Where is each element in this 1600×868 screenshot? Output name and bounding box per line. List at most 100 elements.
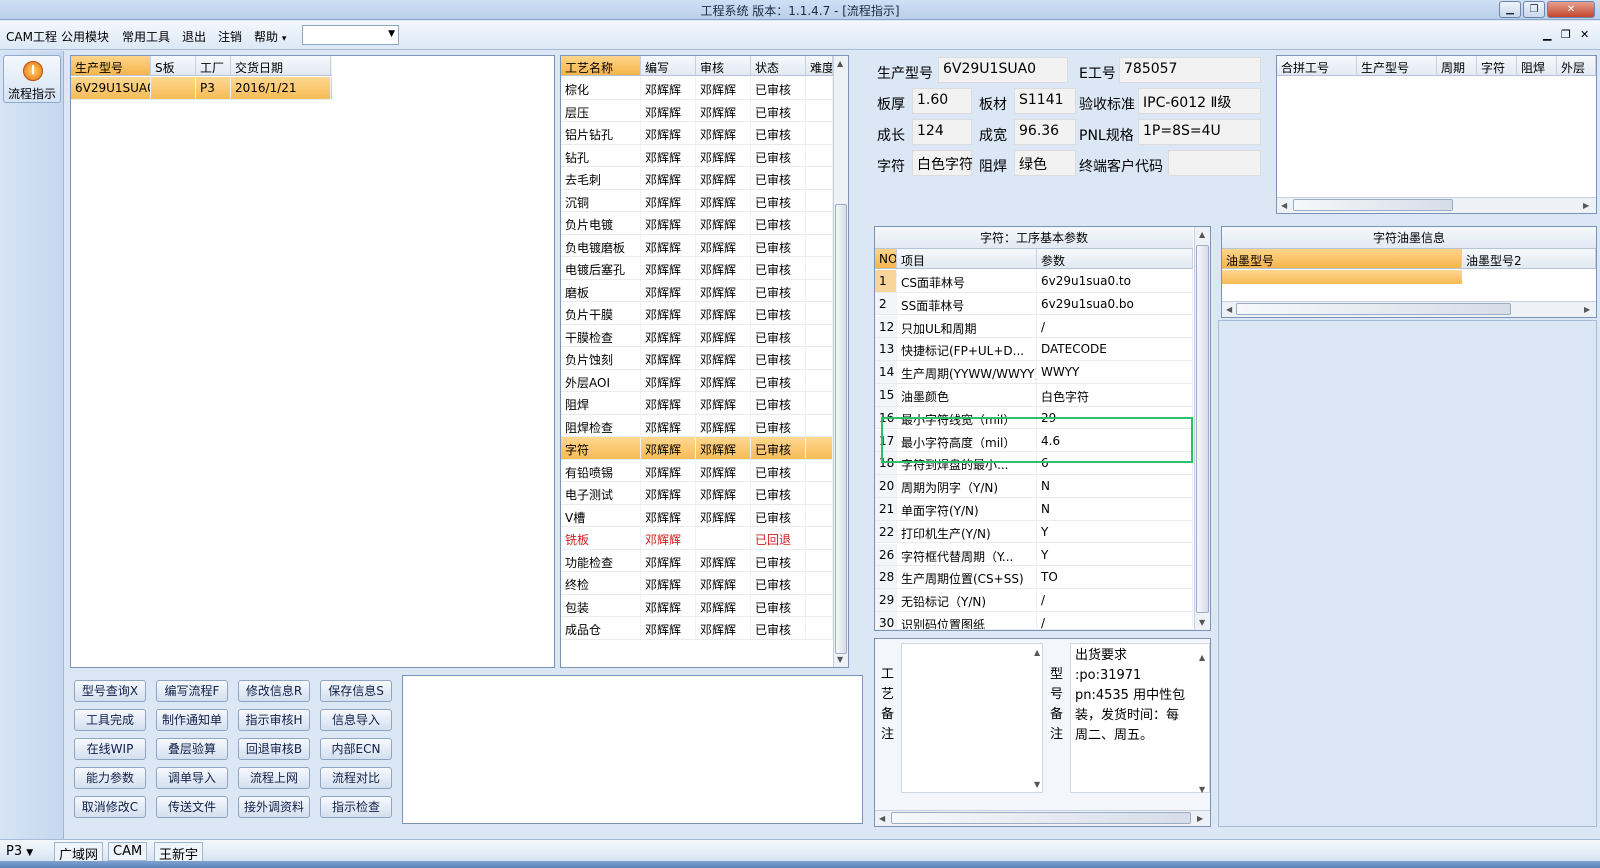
customer-field[interactable] bbox=[1168, 150, 1261, 176]
process-header-col-3[interactable]: 状态 bbox=[751, 56, 806, 75]
thickness-field[interactable]: 1.60 bbox=[912, 88, 972, 114]
menu-logout[interactable]: 注销 bbox=[218, 28, 242, 45]
menu-help[interactable]: 帮助 ▾ bbox=[254, 28, 286, 45]
table-row[interactable]: 外层AOI 邓辉辉 邓辉辉 已审核 bbox=[561, 369, 833, 392]
table-row[interactable]: 22 打印机生产(Y/N) Y bbox=[875, 520, 1193, 544]
merge-header-col-0[interactable]: 合拼工号 bbox=[1277, 56, 1357, 75]
process-header-col-0[interactable]: 工艺名称 bbox=[561, 56, 641, 75]
mdi-restore-icon[interactable]: ❐ bbox=[1561, 28, 1571, 41]
action-button[interactable]: 调单导入 bbox=[156, 767, 228, 789]
action-button[interactable]: 工具完成 bbox=[74, 709, 146, 731]
merge-header-col-4[interactable]: 阻焊 bbox=[1517, 56, 1557, 75]
menu-combo-box[interactable]: ▼ bbox=[302, 25, 399, 45]
action-button[interactable]: 流程对比 bbox=[320, 767, 392, 789]
flow-indicator-button[interactable]: 流程指示 bbox=[3, 55, 61, 103]
params-vertical-scrollbar[interactable]: ▲ ▼ bbox=[1194, 227, 1210, 630]
action-button[interactable]: 取消修改C bbox=[74, 796, 146, 818]
table-row[interactable]: 去毛刺 邓辉辉 邓辉辉 已审核 bbox=[561, 167, 833, 190]
standard-field[interactable]: IPC-6012 Ⅱ级 bbox=[1138, 88, 1261, 114]
ink-horizontal-scrollbar[interactable]: ◀ ▶ bbox=[1222, 301, 1596, 317]
merge-header-col-5[interactable]: 外层 bbox=[1557, 56, 1596, 75]
action-button[interactable]: 保存信息S bbox=[320, 680, 392, 702]
remarks-horizontal-scrollbar[interactable]: ◀ ▶ bbox=[875, 810, 1210, 826]
table-row[interactable]: 14 生产周期(YYWW/WWYY) WWYY bbox=[875, 361, 1193, 384]
ink-header-col-0[interactable]: 油墨型号 bbox=[1222, 249, 1462, 268]
table-row[interactable]: 终检 邓辉辉 邓辉辉 已审核 bbox=[561, 572, 833, 595]
action-button[interactable]: 型号查询X bbox=[74, 680, 146, 702]
material-field[interactable]: S1141 bbox=[1014, 88, 1076, 114]
mdi-minimize-icon[interactable]: ▁ bbox=[1543, 28, 1551, 41]
table-row[interactable]: 负片蚀刻 邓辉辉 邓辉辉 已审核 bbox=[561, 347, 833, 370]
ink-selected-row[interactable] bbox=[1222, 270, 1462, 284]
mask-field[interactable]: 绿色 bbox=[1014, 150, 1076, 176]
table-row[interactable]: 13 快捷标记(FP+UL+D... DATECODE bbox=[875, 338, 1193, 361]
process-remark-text[interactable]: ▲ ▼ bbox=[901, 643, 1043, 793]
table-row[interactable]: 成品仓 邓辉辉 邓辉辉 已审核 bbox=[561, 617, 833, 640]
model-remark-text[interactable]: 出货要求:po:31971 pn:4535 用中性包 装，发货时间：每 周二、周五。 ▲… bbox=[1070, 643, 1210, 794]
scroll-left-icon[interactable]: ◀ bbox=[1226, 305, 1232, 314]
action-button[interactable]: 接外调资料 bbox=[238, 796, 310, 818]
table-row[interactable]: 21 单面字符(Y/N) N bbox=[875, 498, 1193, 521]
scroll-left-icon[interactable]: ◀ bbox=[1281, 201, 1287, 210]
scroll-right-icon[interactable]: ▶ bbox=[1197, 814, 1203, 823]
width-field[interactable]: 96.36 bbox=[1014, 119, 1076, 145]
menu-cam[interactable]: CAM工程 bbox=[6, 28, 57, 45]
table-row[interactable]: 29 无铅标记（Y/N) / bbox=[875, 589, 1193, 612]
scroll-left-icon[interactable]: ◀ bbox=[879, 814, 885, 823]
merge-header-col-2[interactable]: 周期 bbox=[1437, 56, 1477, 75]
table-row[interactable]: 17 最小字符高度（mil） 4.6 bbox=[875, 429, 1193, 453]
model-field[interactable]: 6V29U1SUA0 bbox=[938, 57, 1068, 83]
action-button[interactable]: 流程上网 bbox=[238, 767, 310, 789]
menu-exit[interactable]: 退出 bbox=[182, 28, 206, 45]
process-header-col-4[interactable]: 难度 bbox=[806, 56, 833, 75]
table-row[interactable]: 字符 邓辉辉 邓辉辉 已审核 bbox=[561, 437, 833, 460]
scroll-right-icon[interactable]: ▶ bbox=[1583, 201, 1589, 210]
pnl-field[interactable]: 1P=8S=4U bbox=[1138, 119, 1261, 145]
process-header-col-2[interactable]: 审核 bbox=[696, 56, 751, 75]
scroll-up-icon[interactable]: ▲ bbox=[837, 59, 843, 68]
eno-field[interactable]: 785057 bbox=[1119, 57, 1261, 83]
action-button[interactable]: 指示审核H bbox=[238, 709, 310, 731]
table-row[interactable]: 铣板 邓辉辉 已回退 bbox=[561, 527, 833, 550]
table-row[interactable]: 磨板 邓辉辉 邓辉辉 已审核 bbox=[561, 279, 833, 302]
length-field[interactable]: 124 bbox=[912, 119, 972, 145]
scroll-down-icon[interactable]: ▼ bbox=[837, 655, 843, 664]
action-button[interactable]: 信息导入 bbox=[320, 709, 392, 731]
table-row[interactable]: 功能检查 邓辉辉 邓辉辉 已审核 bbox=[561, 549, 833, 572]
scroll-down-icon[interactable]: ▼ bbox=[1199, 780, 1205, 800]
table-row[interactable]: 负片干膜 邓辉辉 邓辉辉 已审核 bbox=[561, 302, 833, 325]
ink-header-col-1[interactable]: 油墨型号2 bbox=[1462, 249, 1596, 268]
model-header-col-2[interactable]: 工厂 bbox=[196, 56, 231, 75]
table-row[interactable]: 12 只加UL和周期 / bbox=[875, 315, 1193, 339]
table-row[interactable]: 15 油墨颜色 白色字符 bbox=[875, 384, 1193, 407]
table-row[interactable]: 棕化 邓辉辉 邓辉辉 已审核 bbox=[561, 77, 833, 100]
scroll-down-icon[interactable]: ▼ bbox=[1199, 618, 1205, 627]
scroll-up-icon[interactable]: ▲ bbox=[1199, 648, 1205, 668]
table-row[interactable]: 电镀后塞孔 邓辉辉 邓辉辉 已审核 bbox=[561, 257, 833, 280]
process-vertical-scrollbar[interactable]: ▲ ▼ bbox=[833, 56, 848, 667]
merge-horizontal-scrollbar[interactable]: ◀ ▶ bbox=[1277, 197, 1596, 213]
table-row[interactable]: 包装 邓辉辉 邓辉辉 已审核 bbox=[561, 594, 833, 617]
scroll-thumb[interactable] bbox=[1236, 303, 1511, 315]
minimize-button[interactable]: ▁ bbox=[1499, 1, 1521, 18]
model-header-col-0[interactable]: 生产型号 bbox=[71, 56, 151, 75]
table-row[interactable]: 干膜检查 邓辉辉 邓辉辉 已审核 bbox=[561, 324, 833, 347]
action-button[interactable]: 回退审核B bbox=[238, 738, 310, 760]
table-row[interactable]: 20 周期为阴字（Y/N) N bbox=[875, 475, 1193, 498]
menu-tools[interactable]: 常用工具 bbox=[122, 28, 170, 45]
action-button[interactable]: 指示检查 bbox=[320, 796, 392, 818]
table-row[interactable]: 1 CS面菲林号 6v29u1sua0.to bbox=[875, 270, 1193, 293]
action-button[interactable]: 传送文件 bbox=[156, 796, 228, 818]
table-row[interactable]: 6V29U1SUA0 P3 2016/1/21 bbox=[71, 77, 332, 100]
mdi-close-icon[interactable]: ✕ bbox=[1580, 28, 1589, 41]
scroll-thumb[interactable] bbox=[835, 204, 847, 654]
scroll-up-icon[interactable]: ▲ bbox=[1199, 230, 1205, 239]
table-row[interactable]: 有铅喷锡 邓辉辉 邓辉辉 已审核 bbox=[561, 459, 833, 482]
table-row[interactable]: 28 生产周期位置(CS+SS) TO bbox=[875, 566, 1193, 589]
action-button[interactable]: 制作通知单 bbox=[156, 709, 228, 731]
merge-header-col-1[interactable]: 生产型号 bbox=[1357, 56, 1437, 75]
scroll-right-icon[interactable]: ▶ bbox=[1584, 305, 1590, 314]
factory-selector[interactable]: P3 ▼ bbox=[6, 844, 33, 859]
table-row[interactable]: 沉铜 邓辉辉 邓辉辉 已审核 bbox=[561, 189, 833, 212]
table-row[interactable]: V槽 邓辉辉 邓辉辉 已审核 bbox=[561, 504, 833, 527]
